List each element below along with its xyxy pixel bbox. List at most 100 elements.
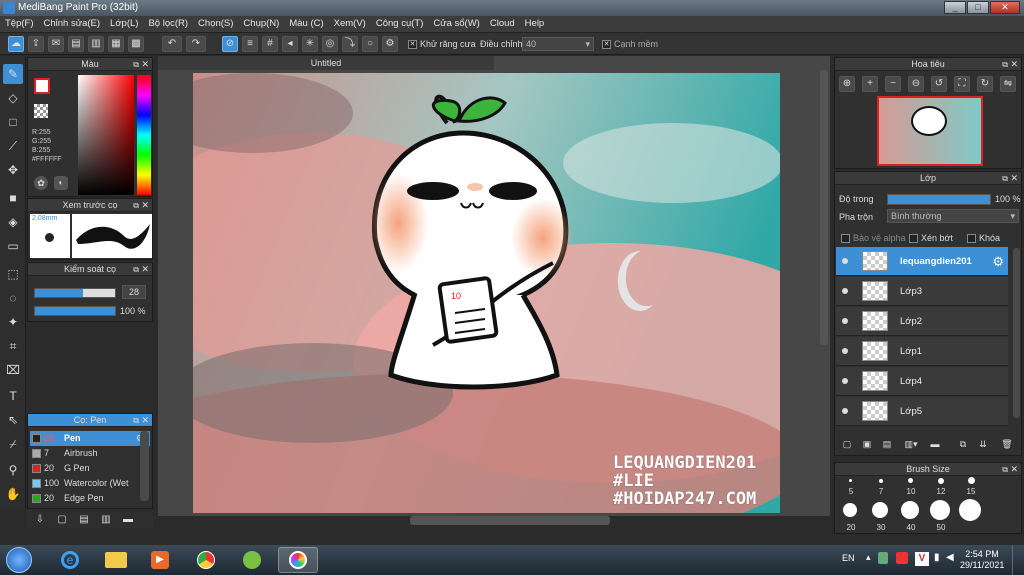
canvas-artwork[interactable]: 10 LEQUANGDIEN201 #LIE #HOIDAP247.COM (193, 73, 780, 513)
tiles-icon[interactable]: ▩ (128, 36, 144, 52)
delete-layer-icon[interactable]: 🗑 (999, 436, 1015, 452)
doc-icon[interactable]: ▥ (88, 36, 104, 52)
new-brush-icon[interactable]: ▢ (53, 510, 71, 528)
menu-snap[interactable]: Chụp(N) (238, 16, 284, 31)
tray-app-icon[interactable] (878, 552, 888, 564)
settings-snap-icon[interactable]: ⚙ (382, 36, 398, 52)
brush-opacity-slider[interactable] (34, 306, 116, 316)
brush-size-10[interactable]: 10 (897, 487, 925, 496)
text-tool-icon[interactable]: T (3, 386, 23, 406)
eraser-tool-icon[interactable]: ◇ (3, 88, 23, 108)
visibility-icon[interactable] (842, 258, 848, 264)
taskbar-explorer-icon[interactable] (96, 547, 136, 573)
detach-icon[interactable]: ⧉ (133, 414, 139, 427)
start-button[interactable] (6, 547, 32, 573)
close-icon[interactable]: ✕ (1010, 463, 1018, 476)
lock-checkbox[interactable] (967, 234, 976, 244)
color-mode-icon[interactable]: ◐ (54, 176, 68, 190)
close-icon[interactable]: ✕ (141, 263, 149, 276)
comment-icon[interactable]: ✉ (48, 36, 64, 52)
select-pen-icon[interactable]: ⌗ (3, 336, 23, 356)
layer-row[interactable]: Lớp2 (836, 307, 1008, 336)
cloud-icon[interactable]: ☁ (8, 36, 24, 52)
show-desktop-button[interactable] (1012, 545, 1024, 575)
lasso-tool-icon[interactable]: ◌ (3, 288, 23, 308)
protect-alpha-toggle[interactable]: Bảo vệ alpha (841, 233, 906, 244)
close-icon[interactable]: ✕ (1010, 58, 1018, 71)
eyedropper-icon[interactable]: ⚲ (3, 460, 23, 480)
brush-size-15[interactable]: 15 (957, 487, 985, 496)
taskbar-ie-icon[interactable]: e (50, 547, 90, 573)
close-icon[interactable]: ✕ (141, 414, 149, 427)
detach-icon[interactable]: ⧉ (1002, 172, 1008, 185)
hue-slider[interactable] (137, 75, 151, 195)
menu-help[interactable]: Help (520, 16, 550, 31)
parallel-snap-icon[interactable]: ≡ (242, 36, 258, 52)
navigator-thumbnail[interactable] (877, 96, 983, 166)
circle-snap-icon[interactable]: ◎ (322, 36, 338, 52)
brush-settings-icon[interactable]: ▥ (97, 510, 115, 528)
transparent-swatch[interactable] (34, 104, 48, 118)
zoom-reset-icon[interactable]: ⊖ (908, 76, 924, 92)
perspective-snap-icon[interactable]: ◂ (282, 36, 298, 52)
taskbar-coccoc-icon[interactable] (232, 547, 272, 573)
tray-v-icon[interactable]: V (915, 552, 929, 566)
document-tab[interactable]: Untitled (158, 56, 494, 70)
rect-tool-icon[interactable]: □ (3, 112, 23, 132)
layer-row[interactable]: Lớp5 (836, 397, 1008, 426)
layer-row[interactable]: Lớp1 (836, 337, 1008, 366)
taskbar-media-icon[interactable]: ▶ (140, 547, 180, 573)
detach-icon[interactable]: ⧉ (133, 199, 139, 212)
move-tool-icon[interactable]: ✥ (3, 160, 23, 180)
menu-file[interactable]: Tệp(F) (0, 16, 39, 31)
select-rect-icon[interactable]: ⬚ (3, 264, 23, 284)
select-eraser-icon[interactable]: ⌧ (3, 360, 23, 380)
palette-icon[interactable]: ✿ (34, 176, 48, 190)
hand-tool-icon[interactable]: ✋ (3, 484, 23, 504)
layer-row[interactable]: lequangdien201 ⚙ (836, 247, 1008, 276)
grid-view-icon[interactable]: ▦ (108, 36, 124, 52)
line-tool-icon[interactable]: ⟋ (3, 136, 23, 156)
brush-item[interactable]: 20 Edge Pen (30, 491, 150, 506)
soft-edge-checkbox[interactable]: ✕ (602, 40, 611, 50)
bucket-tool-icon[interactable]: ◈ (3, 212, 23, 232)
clip-checkbox[interactable] (909, 234, 918, 244)
close-icon[interactable]: ✕ (141, 58, 149, 71)
primary-color-swatch[interactable] (34, 78, 50, 94)
adjust-input[interactable]: 40 ▾ (522, 37, 594, 51)
tray-arrow-icon[interactable]: ▴ (866, 552, 871, 563)
taskbar-chrome-icon[interactable] (186, 547, 226, 573)
brush-menu-icon[interactable]: ▤ (75, 510, 93, 528)
snap-off-icon[interactable]: ⊘ (222, 36, 238, 52)
download-brush-icon[interactable]: ⇩ (31, 510, 49, 528)
fill-rect-icon[interactable]: ■ (3, 188, 23, 208)
close-button[interactable]: ✕ (990, 1, 1020, 14)
visibility-icon[interactable] (842, 288, 848, 294)
clock[interactable]: 2:54 PM 29/11/2021 (960, 549, 1004, 571)
brush-item[interactable]: 20 G Pen (30, 461, 150, 476)
new-layer-icon[interactable]: ▢ (839, 436, 855, 452)
rotate-right-icon[interactable]: ↻ (977, 76, 993, 92)
menu-tools[interactable]: Công cụ(T) (371, 16, 429, 31)
new-halftone-layer-icon[interactable]: ▣ (859, 436, 875, 452)
gear-icon[interactable]: ⚙ (992, 254, 1004, 270)
brush-size-20[interactable]: 20 (837, 523, 865, 532)
grid-snap-icon[interactable]: # (262, 36, 278, 52)
protect-alpha-checkbox[interactable] (841, 234, 850, 244)
brush-size-50[interactable]: 50 (927, 523, 955, 532)
maximize-button[interactable]: □ (967, 1, 989, 14)
layer-row[interactable]: Lớp3 (836, 277, 1008, 306)
layer-add-menu-icon[interactable]: ▥▾ (899, 436, 923, 452)
tray-antivirus-icon[interactable] (896, 552, 908, 564)
brush-list-scrollbar[interactable] (140, 431, 149, 501)
gradient-tool-icon[interactable]: ▭ (3, 236, 23, 256)
detach-icon[interactable]: ⧉ (133, 58, 139, 71)
undo-icon[interactable]: ↶ (162, 36, 182, 52)
layer-list-scrollbar[interactable] (1013, 248, 1020, 418)
antialias-toggle[interactable]: ✕ Khử răng cưa (408, 39, 476, 50)
brush-size-slider[interactable] (34, 288, 116, 298)
brush-item[interactable]: 7 Airbrush (30, 446, 150, 461)
visibility-icon[interactable] (842, 348, 848, 354)
minimize-button[interactable]: _ (944, 1, 966, 14)
zoom-out-icon[interactable]: − (885, 76, 901, 92)
